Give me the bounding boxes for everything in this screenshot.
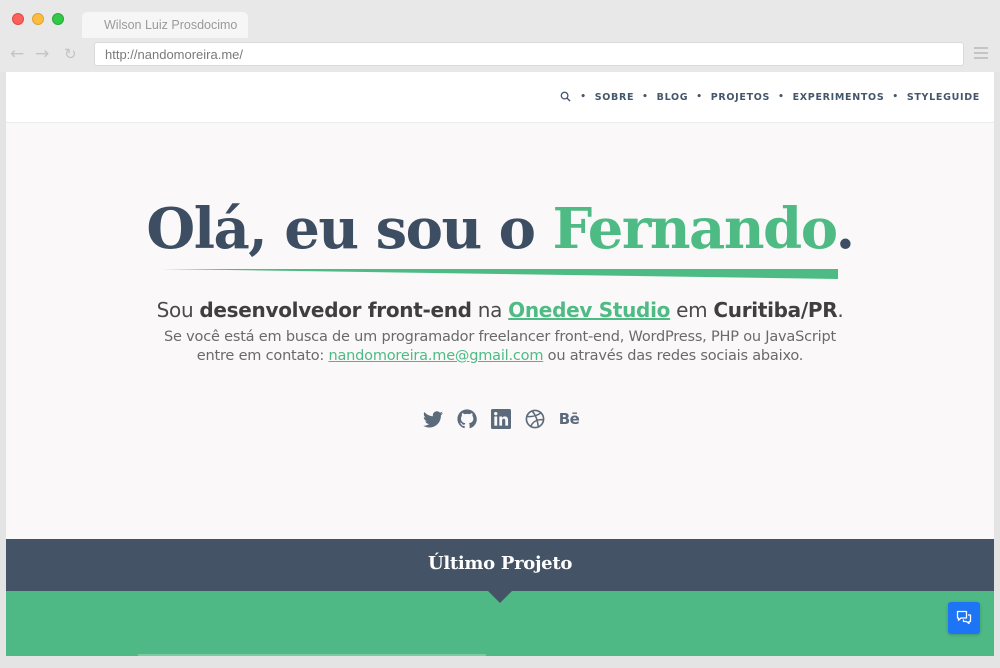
hero-title-name: Fernando bbox=[552, 196, 838, 262]
linkedin-icon[interactable] bbox=[490, 408, 512, 430]
maximize-window-button[interactable] bbox=[52, 13, 64, 25]
section-caret bbox=[488, 591, 512, 603]
hero-title-prefix: Olá, eu sou o bbox=[146, 196, 553, 262]
browser-tab[interactable]: Wilson Luiz Prosdocimo bbox=[82, 12, 248, 38]
title-underline bbox=[161, 269, 838, 279]
close-window-button[interactable] bbox=[12, 13, 24, 25]
browser-chrome: Wilson Luiz Prosdocimo ← → ↻ http://nand… bbox=[0, 0, 1000, 72]
behance-icon[interactable]: Bē bbox=[558, 408, 580, 430]
nav-separator: • bbox=[580, 92, 587, 102]
dribbble-icon[interactable] bbox=[524, 408, 546, 430]
subtitle-city: Curitiba/PR bbox=[713, 298, 838, 322]
chat-button[interactable] bbox=[948, 602, 980, 634]
nav-separator: • bbox=[892, 92, 899, 102]
latest-project-title: Último Projeto bbox=[427, 553, 573, 574]
hero-description: Se você está em busca de um programador … bbox=[6, 328, 994, 366]
hero-title: Olá, eu sou o Fernando. bbox=[6, 194, 994, 264]
email-link[interactable]: nandomoreira.me@gmail.com bbox=[328, 348, 543, 364]
hero-subtitle: Sou desenvolvedor front-end na Onedev St… bbox=[6, 296, 994, 324]
description-text: entre em contato: bbox=[196, 348, 329, 364]
project-card-edge bbox=[138, 654, 486, 656]
description-line-1: Se você está em busca de um programador … bbox=[164, 329, 836, 345]
nav-separator: • bbox=[778, 92, 785, 102]
github-icon[interactable] bbox=[456, 408, 478, 430]
chat-icon bbox=[956, 610, 972, 625]
nav-item-sobre[interactable]: SOBRE bbox=[595, 92, 634, 103]
reload-icon[interactable]: ↻ bbox=[64, 45, 77, 63]
hero-title-suffix: . bbox=[835, 196, 856, 262]
arrow-left-icon[interactable]: ← bbox=[10, 45, 24, 63]
nav-item-experimentos[interactable]: EXPERIMENTOS bbox=[793, 92, 885, 103]
nav-item-styleguide[interactable]: STYLEGUIDE bbox=[907, 92, 980, 103]
minimize-window-button[interactable] bbox=[32, 13, 44, 25]
description-text: ou através das redes sociais abaixo. bbox=[543, 348, 804, 364]
nav-item-projetos[interactable]: PROJETOS bbox=[711, 92, 770, 103]
page-viewport: • SOBRE • BLOG • PROJETOS • EXPERIMENTOS… bbox=[6, 72, 994, 656]
latest-project-header: Último Projeto bbox=[6, 539, 994, 591]
subtitle-text: em bbox=[670, 298, 714, 322]
subtitle-text: . bbox=[837, 298, 844, 322]
nav-separator: • bbox=[696, 92, 703, 102]
subtitle-role: desenvolvedor front-end bbox=[199, 298, 472, 322]
hamburger-icon[interactable] bbox=[974, 47, 988, 62]
search-icon[interactable] bbox=[560, 91, 572, 103]
url-bar[interactable]: http://nandomoreira.me/ bbox=[94, 42, 964, 66]
nav-separator: • bbox=[642, 92, 649, 102]
nav-item-blog[interactable]: BLOG bbox=[657, 92, 689, 103]
twitter-icon[interactable] bbox=[422, 408, 444, 430]
subtitle-text: Sou bbox=[156, 298, 200, 322]
arrow-right-icon[interactable]: → bbox=[35, 45, 49, 63]
company-link[interactable]: Onedev Studio bbox=[508, 298, 670, 322]
main-nav: • SOBRE • BLOG • PROJETOS • EXPERIMENTOS… bbox=[560, 91, 980, 103]
subtitle-text: na bbox=[471, 298, 509, 322]
social-links: Bē bbox=[422, 408, 580, 430]
site-header: • SOBRE • BLOG • PROJETOS • EXPERIMENTOS… bbox=[6, 72, 994, 123]
